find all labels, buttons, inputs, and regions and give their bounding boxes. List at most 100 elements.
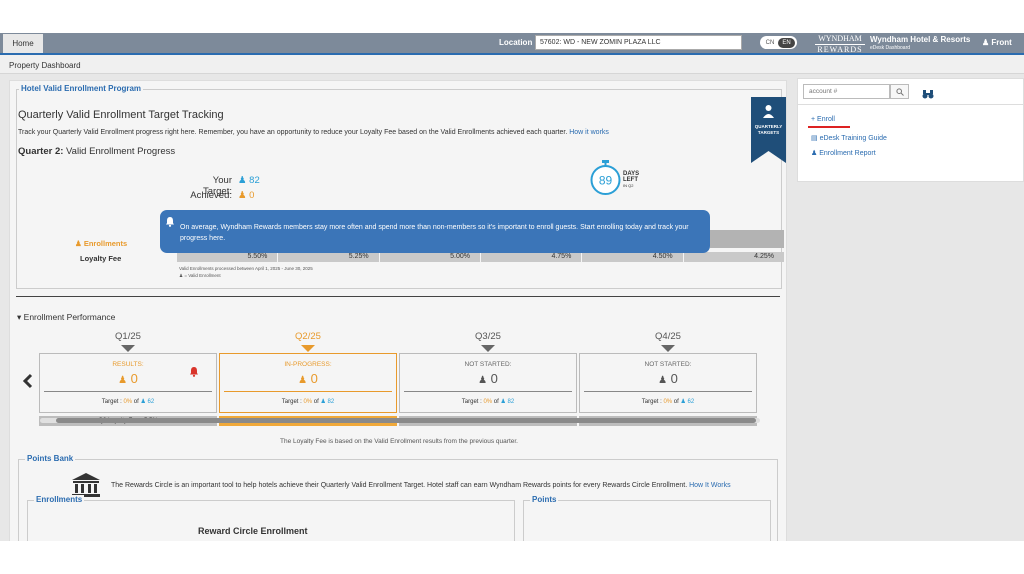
target-number: 82	[327, 399, 335, 405]
person-icon: ♟	[179, 273, 184, 278]
logo-line1: WYNDHAM	[818, 34, 862, 43]
stopwatch-icon: 89	[589, 160, 622, 201]
quarter-number: 0	[130, 371, 138, 386]
quarter-pointer	[301, 345, 315, 352]
days-number: 89	[599, 174, 613, 188]
quarter-target: Target : 0% of ♟ 82	[220, 398, 396, 405]
quarter-value: ♟ 0	[400, 371, 576, 386]
enrollment-report-link[interactable]: ♟ Enrollment Report	[811, 149, 876, 157]
app-frame: Home Location CN EN WYNDHAM REWARDS Wynd…	[0, 33, 1024, 541]
binoculars-icon[interactable]	[922, 86, 934, 104]
enroll-text: Enroll	[817, 116, 835, 123]
enroll-link[interactable]: + Enroll	[811, 116, 835, 123]
quarter-target: Target : 0% of ♟ 62	[580, 398, 756, 405]
users-icon: ♟	[811, 150, 818, 157]
horizontal-scrollbar[interactable]	[40, 418, 760, 423]
quarter-pointer	[481, 345, 495, 352]
book-icon: ▤	[811, 135, 818, 142]
days-line3: IN Q2	[623, 183, 634, 188]
person-icon-blue: ♟	[320, 399, 326, 405]
points-panel: Points	[523, 495, 771, 541]
person-icon-blue: ♟	[680, 399, 686, 405]
quarter-card-q3[interactable]: Q3/25 NOT STARTED: ♟ 0 Target : 0% of ♟ …	[399, 331, 577, 426]
points-bank-legend: Points Bank	[25, 454, 76, 463]
achieved-value: ♟ 0	[238, 190, 254, 201]
quarter-pointer	[121, 345, 135, 352]
points-bank-description: The Rewards Circle is an important tool …	[111, 482, 731, 489]
achieved-label: Achieved:	[190, 190, 232, 201]
target-prefix: Target :	[101, 399, 122, 405]
quarter-card-q2[interactable]: Q2/25 IN-PROGRESS: ♟ 0 Target : 0% of ♟ …	[219, 331, 397, 426]
target-of: of	[313, 399, 319, 405]
sidebar-separator	[798, 104, 1024, 105]
target-of: of	[493, 399, 499, 405]
target-number: 62	[147, 399, 155, 405]
search-button[interactable]	[890, 84, 909, 99]
quarter-line	[44, 391, 212, 392]
enrollments-label: ♟ Enrollments	[75, 239, 127, 248]
how-it-works-link[interactable]: How it works	[569, 129, 609, 136]
achieved-number: 0	[249, 190, 255, 201]
lang-en[interactable]: EN	[778, 37, 795, 48]
quarter-pointer	[661, 345, 675, 352]
training-guide-link[interactable]: ▤ eDesk Training Guide	[811, 134, 887, 142]
scrollbar-thumb[interactable]	[56, 418, 756, 423]
person-icon-blue: ♟	[500, 399, 506, 405]
location-input[interactable]	[535, 35, 742, 50]
report-text: Enrollment Report	[819, 150, 876, 157]
quarter-line	[584, 391, 752, 392]
quarter-name: Q4/25	[655, 331, 681, 342]
reward-circle-title: Reward Circle Enrollment	[198, 526, 308, 536]
breadcrumb: Property Dashboard	[0, 55, 1024, 74]
target-of: of	[133, 399, 139, 405]
quarter-box: RESULTS: ♟ 0 Target : 0% of ♟ 62	[39, 353, 217, 413]
badge-line2: TARGETS	[758, 130, 779, 135]
target-pct: 0%	[123, 399, 133, 405]
quarter-name: Q3/25	[475, 331, 501, 342]
person-icon-orange: ♟	[238, 190, 247, 201]
valid-enrollment-legend: ♟ = Valid Enrollment	[179, 273, 221, 279]
enrollment-performance-toggle[interactable]: ▾ Enrollment Performance	[17, 312, 115, 323]
tracking-description: Track your Quarterly Valid Enrollment pr…	[18, 129, 609, 136]
target-value: ♟ 82	[238, 175, 260, 186]
performance-title: Enrollment Performance	[23, 312, 116, 322]
person-icon: ♟	[478, 375, 488, 386]
target-prefix: Target :	[641, 399, 662, 405]
quarter-heading: Quarter 2: Valid Enrollment Progress	[18, 146, 175, 157]
loyalty-fee-row: 5.50% 5.25% 5.00% 4.75% 4.50% 4.25%	[177, 252, 784, 262]
target-number: 62	[687, 399, 695, 405]
chevron-left-icon[interactable]	[22, 373, 34, 394]
person-icon: ♟	[658, 375, 668, 386]
home-tab[interactable]: Home	[3, 34, 43, 53]
points-how-it-works-link[interactable]: How It Works	[689, 482, 731, 489]
quarter-number: 0	[670, 371, 678, 386]
enrollment-period-note: Valid Enrollments processed between Apri…	[179, 266, 313, 271]
search-icon	[895, 87, 904, 96]
training-text: eDesk Training Guide	[819, 135, 887, 142]
lang-cn[interactable]: CN	[762, 40, 778, 46]
language-toggle[interactable]: CN EN	[760, 36, 797, 49]
loyalty-fee-label: Loyalty Fee	[80, 254, 122, 263]
quarter-box: NOT STARTED: ♟ 0 Target : 0% of ♟ 62	[579, 353, 757, 413]
quarter-value: ♟ 0	[220, 371, 396, 386]
target-number: 82	[249, 175, 260, 186]
quarter-card-q4[interactable]: Q4/25 NOT STARTED: ♟ 0 Target : 0% of ♟ …	[579, 331, 757, 426]
user-menu[interactable]: ♟ Front	[982, 38, 1012, 47]
account-search-input[interactable]	[803, 84, 890, 99]
top-navbar: Home Location CN EN WYNDHAM REWARDS Wynd…	[0, 33, 1024, 54]
tracking-title: Quarterly Valid Enrollment Target Tracki…	[18, 109, 224, 121]
target-pct: 0%	[483, 399, 493, 405]
right-sidebar: + Enroll ▤ eDesk Training Guide ♟ Enroll…	[797, 78, 1024, 182]
quarter-text: Valid Enrollment Progress	[66, 146, 176, 157]
quarter-card-q1[interactable]: Q1/25 RESULTS: ♟ 0 Target : 0% of ♟ 62	[39, 331, 217, 426]
loyalty-fee-note: The Loyalty Fee is based on the Valid En…	[280, 438, 518, 445]
quarter-box: IN-PROGRESS: ♟ 0 Target : 0% of ♟ 82	[219, 353, 397, 413]
hotel-title: Wyndham Hotel & Resorts eDesk Dashboard	[870, 36, 970, 52]
description-text: Track your Quarterly Valid Enrollment pr…	[18, 129, 568, 136]
plus-icon: +	[811, 116, 816, 123]
person-icon-orange: ♟	[75, 239, 82, 248]
fee-cell: 4.25%	[683, 252, 784, 262]
quarterly-targets-badge[interactable]: QUARTERLY TARGETS	[751, 97, 786, 163]
info-tooltip: On average, Wyndham Rewards members stay…	[160, 210, 710, 253]
quarter-value: ♟ 0	[40, 371, 216, 386]
